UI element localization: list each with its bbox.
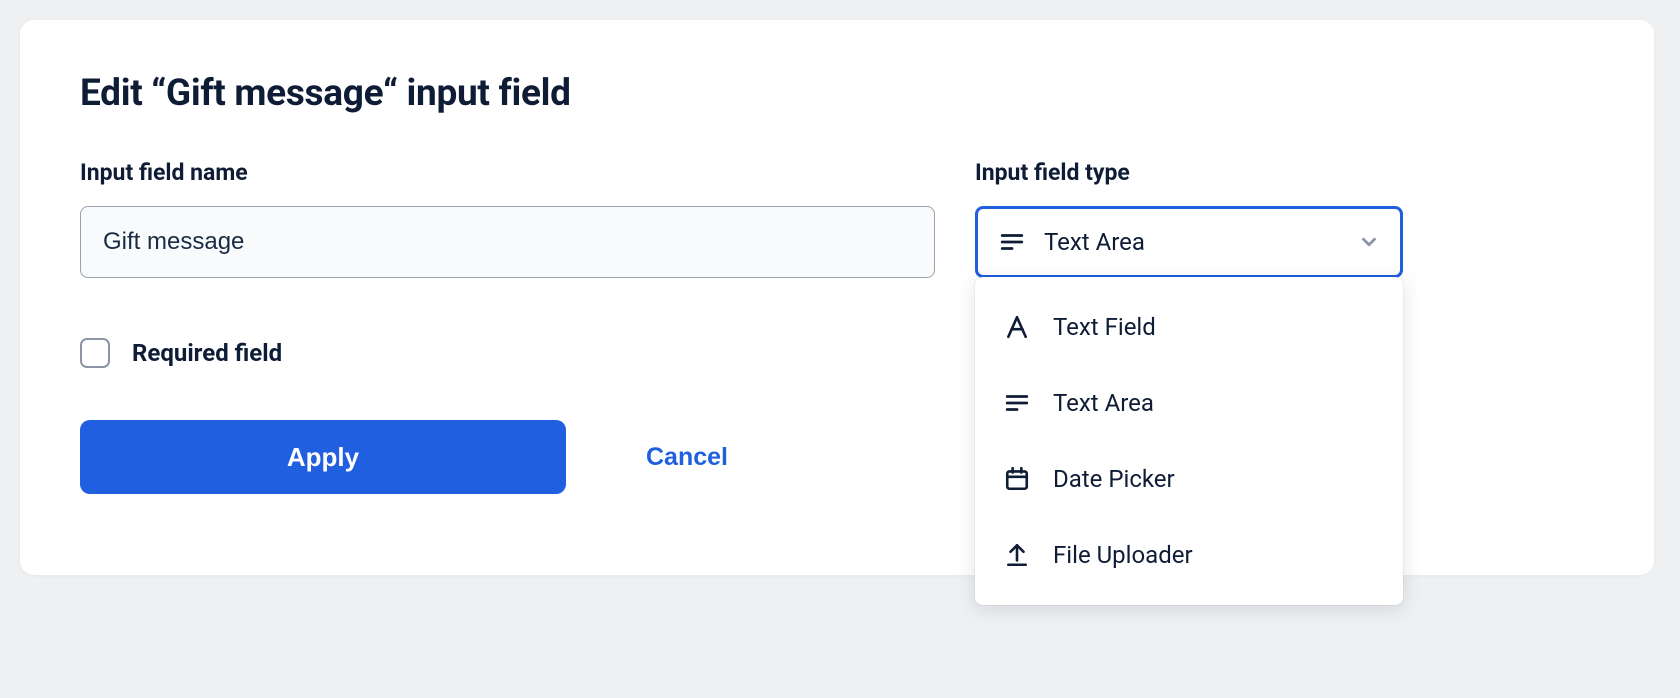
option-date-picker[interactable]: Date Picker xyxy=(975,441,1403,517)
input-type-label: Input field type xyxy=(975,159,1403,186)
option-label: File Uploader xyxy=(1053,541,1193,569)
calendar-icon xyxy=(1003,465,1031,493)
card-title: Edit “Gift message“ input field xyxy=(80,72,1594,115)
option-text-area[interactable]: Text Area xyxy=(975,365,1403,441)
required-checkbox[interactable] xyxy=(80,338,110,368)
form-row: Input field name Input field type Text A… xyxy=(80,159,1594,278)
edit-input-field-card: Edit “Gift message“ input field Input fi… xyxy=(20,20,1654,575)
letter-a-icon xyxy=(1003,313,1031,341)
option-label: Text Field xyxy=(1053,313,1156,341)
cancel-button[interactable]: Cancel xyxy=(646,443,728,472)
input-name-column: Input field name xyxy=(80,159,935,278)
input-name-label: Input field name xyxy=(80,159,935,186)
apply-button[interactable]: Apply xyxy=(80,420,566,494)
option-text-field[interactable]: Text Field xyxy=(975,289,1403,365)
input-type-value: Text Area xyxy=(1044,228,1358,256)
textarea-icon xyxy=(1003,389,1031,417)
upload-icon xyxy=(1003,541,1031,569)
chevron-down-icon xyxy=(1358,231,1380,253)
option-label: Text Area xyxy=(1053,389,1154,417)
input-type-column: Input field type Text Area xyxy=(975,159,1403,278)
textarea-icon xyxy=(998,228,1026,256)
required-checkbox-label: Required field xyxy=(132,339,282,367)
option-label: Date Picker xyxy=(1053,465,1175,493)
input-type-dropdown: Text Field Text Area xyxy=(975,277,1403,605)
input-type-select[interactable]: Text Area xyxy=(975,206,1403,278)
option-file-uploader[interactable]: File Uploader xyxy=(975,517,1403,593)
input-name-field[interactable] xyxy=(80,206,935,278)
